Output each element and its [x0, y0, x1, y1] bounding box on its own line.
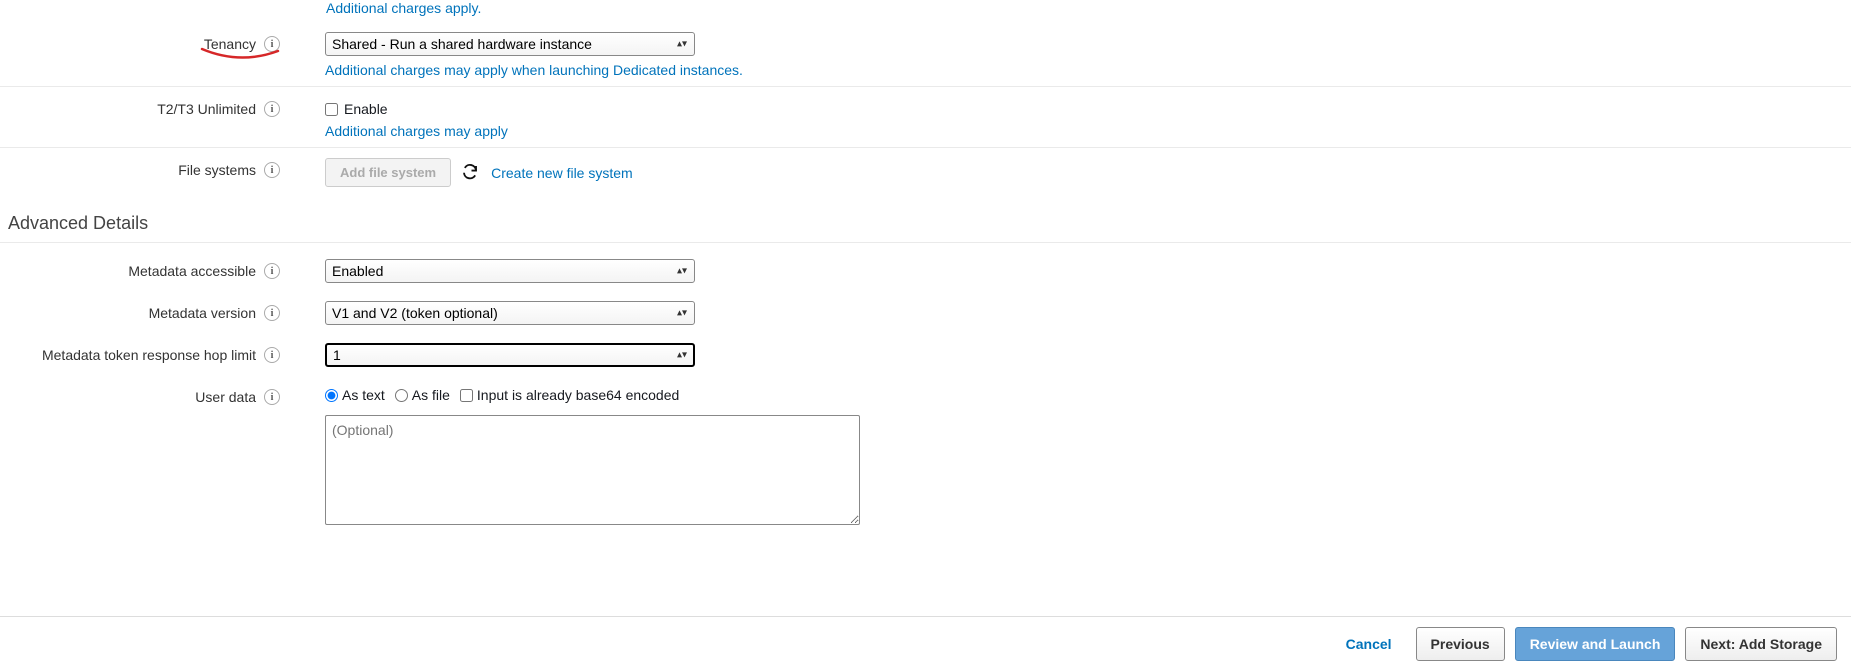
user-data-base64-checkbox[interactable]	[460, 389, 473, 402]
metadata-version-label: Metadata version	[149, 305, 256, 321]
info-icon[interactable]: i	[264, 101, 280, 117]
t2t3-enable-label: Enable	[344, 101, 388, 117]
info-icon[interactable]: i	[264, 162, 280, 178]
tenancy-highlight-annotation	[200, 45, 280, 63]
next-add-storage-button[interactable]: Next: Add Storage	[1685, 627, 1837, 661]
review-and-launch-button[interactable]: Review and Launch	[1515, 627, 1676, 661]
charges-apply-link[interactable]: Additional charges apply.	[0, 0, 1851, 22]
user-data-as-file-radio[interactable]	[395, 389, 408, 402]
user-data-textarea[interactable]	[325, 415, 860, 525]
metadata-hop-label: Metadata token response hop limit	[42, 347, 256, 363]
t2t3-enable-checkbox[interactable]	[325, 103, 338, 116]
metadata-version-select[interactable]: V1 and V2 (token optional)	[325, 301, 695, 325]
previous-button[interactable]: Previous	[1416, 627, 1505, 661]
info-icon[interactable]: i	[264, 263, 280, 279]
tenancy-select[interactable]: Shared - Run a shared hardware instance	[325, 32, 695, 56]
user-data-base64-label: Input is already base64 encoded	[477, 387, 679, 403]
cancel-button[interactable]: Cancel	[1332, 628, 1406, 660]
metadata-accessible-select[interactable]: Enabled	[325, 259, 695, 283]
user-data-as-text-radio[interactable]	[325, 389, 338, 402]
info-icon[interactable]: i	[264, 347, 280, 363]
info-icon[interactable]: i	[264, 305, 280, 321]
add-file-system-button: Add file system	[325, 158, 451, 187]
metadata-accessible-label: Metadata accessible	[128, 263, 256, 279]
user-data-as-file-label: As file	[412, 387, 450, 403]
user-data-label: User data	[195, 389, 256, 405]
filesystems-label: File systems	[178, 162, 256, 178]
info-icon[interactable]: i	[264, 389, 280, 405]
t2t3-charges-link[interactable]: Additional charges may apply	[325, 123, 1851, 139]
user-data-as-text-label: As text	[342, 387, 385, 403]
tenancy-charges-link[interactable]: Additional charges may apply when launch…	[325, 62, 1851, 78]
wizard-footer: Cancel Previous Review and Launch Next: …	[0, 616, 1851, 671]
t2t3-label: T2/T3 Unlimited	[157, 101, 256, 117]
create-filesystem-link[interactable]: Create new file system	[491, 165, 633, 181]
metadata-hop-select[interactable]: 1	[325, 343, 695, 367]
refresh-icon[interactable]	[461, 163, 481, 183]
advanced-details-heading: Advanced Details	[0, 195, 1851, 243]
